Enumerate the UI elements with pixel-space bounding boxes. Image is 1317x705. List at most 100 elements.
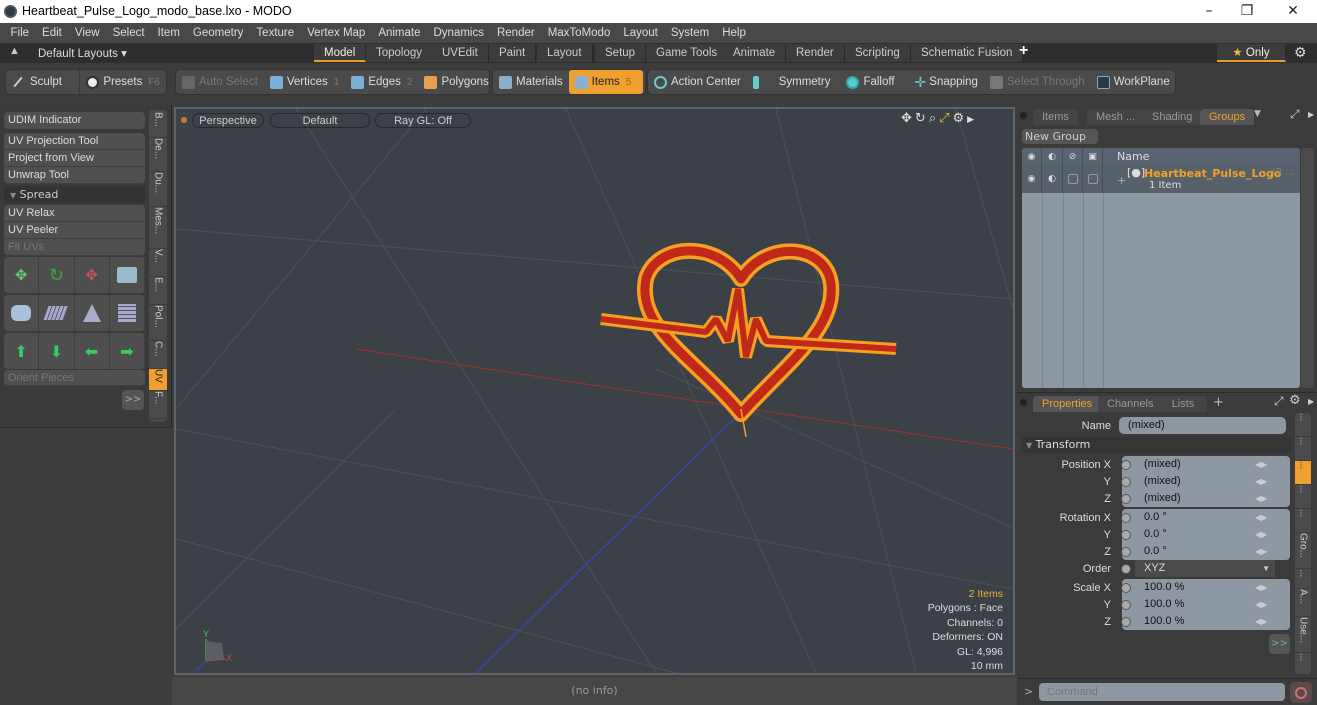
position-y-keyframe-icon[interactable]: [1121, 476, 1131, 487]
sculpt-button[interactable]: Sculpt: [6, 70, 81, 94]
rotation-y-field[interactable]: 0.0 °: [1135, 526, 1255, 543]
uv-move-icon[interactable]: ✥: [4, 257, 40, 293]
group-row[interactable]: ◉ ◐ + [●] Heartbeat_Pulse_Logo (2 ... 1 …: [1022, 165, 1300, 193]
vtab-edge[interactable]: E...: [149, 277, 167, 305]
side-tab-a[interactable]: A...: [1295, 589, 1311, 617]
tab-model[interactable]: Model: [314, 44, 367, 62]
scale-y-keyframe-icon[interactable]: [1121, 599, 1131, 610]
viewport-gear-icon[interactable]: ⚙: [953, 111, 968, 126]
properties-gear-icon[interactable]: ⚙: [1289, 393, 1301, 408]
menu-file[interactable]: File: [4, 27, 36, 39]
scale-y-arrows-icon[interactable]: ◀▶: [1255, 600, 1267, 609]
transform-section-header[interactable]: ▼ Transform: [1022, 437, 1292, 453]
groups-panel-menu-icon[interactable]: [1020, 112, 1027, 119]
position-x-keyframe-icon[interactable]: [1121, 459, 1131, 470]
vertices-button[interactable]: Vertices 1: [264, 70, 345, 94]
side-tab-6[interactable]: ...: [1295, 569, 1311, 589]
tab-lists[interactable]: Lists: [1159, 396, 1207, 412]
udim-indicator-button[interactable]: UDIM Indicator: [4, 112, 145, 129]
scale-x-arrows-icon[interactable]: ◀▶: [1255, 583, 1267, 592]
close-button[interactable]: ✕: [1270, 0, 1316, 23]
menu-maxtomodo[interactable]: MaxToModo: [541, 27, 617, 39]
rotation-x-arrows-icon[interactable]: ◀▶: [1255, 513, 1267, 522]
menu-render[interactable]: Render: [490, 27, 541, 39]
uv-rotate-icon[interactable]: ↻: [39, 257, 75, 293]
order-keyframe-icon[interactable]: [1121, 563, 1131, 574]
position-z-field[interactable]: (mixed): [1135, 490, 1255, 507]
menu-view[interactable]: View: [68, 27, 106, 39]
name-field[interactable]: (mixed): [1119, 417, 1286, 434]
tab-render[interactable]: Render: [786, 44, 845, 62]
groups-scrollbar[interactable]: [1301, 148, 1314, 388]
tab-layout[interactable]: Layout: [537, 44, 593, 62]
default-layouts-dropdown[interactable]: Default Layouts ▾: [38, 46, 127, 60]
uv-box-icon[interactable]: [110, 295, 145, 331]
3d-viewport[interactable]: Y X Z Perspective Default Ray GL: Off ✥↻…: [174, 107, 1015, 675]
tab-properties[interactable]: Properties: [1033, 396, 1102, 412]
tab-scripting[interactable]: Scripting: [845, 44, 911, 62]
side-tab-2[interactable]: ...: [1295, 437, 1311, 461]
side-tab-3-active[interactable]: ...: [1295, 461, 1311, 485]
properties-panel-menu-icon[interactable]: [1020, 399, 1027, 406]
pan-icon[interactable]: ✥: [901, 111, 915, 126]
properties-maximize-icon[interactable]: ⤢: [1274, 394, 1284, 409]
fit-uvs-button[interactable]: Fit UVs: [4, 239, 145, 256]
lock-column-icon[interactable]: ⊘: [1063, 148, 1083, 165]
tab-topology[interactable]: Topology: [366, 44, 434, 62]
uv-scale-icon[interactable]: ✥: [75, 257, 110, 293]
side-tab-7[interactable]: ...: [1295, 653, 1311, 675]
menu-layout[interactable]: Layout: [617, 27, 665, 39]
position-y-arrows-icon[interactable]: ◀▶: [1255, 477, 1267, 486]
tab-schematic-fusion[interactable]: Schematic Fusion: [911, 44, 1024, 62]
render-column-icon[interactable]: ◐: [1042, 148, 1063, 165]
maximize-button[interactable]: ❐: [1224, 0, 1270, 23]
only-toggle[interactable]: ★ Only: [1217, 44, 1286, 62]
workplane-button[interactable]: WorkPlane: [1091, 70, 1176, 94]
menu-system[interactable]: System: [664, 27, 715, 39]
side-tab-user[interactable]: Use...: [1295, 617, 1311, 653]
rotation-x-keyframe-icon[interactable]: [1121, 512, 1131, 523]
scale-z-field[interactable]: 100.0 %: [1135, 613, 1255, 630]
select-through-button[interactable]: Select Through: [984, 70, 1091, 94]
position-z-keyframe-icon[interactable]: [1121, 493, 1131, 504]
uv-relax-icon[interactable]: [4, 295, 40, 331]
vtab-vertex[interactable]: V...: [149, 249, 167, 277]
tabs-dropdown-icon[interactable]: ▼: [1254, 109, 1261, 119]
vtab-polygon[interactable]: Pol...: [149, 305, 167, 341]
group-name-cell[interactable]: + [●] Heartbeat_Pulse_Logo (2 ... 1 Item: [1103, 165, 1300, 193]
rotation-y-arrows-icon[interactable]: ◀▶: [1255, 530, 1267, 539]
items-button[interactable]: Items 5: [568, 70, 643, 94]
menu-item[interactable]: Item: [151, 27, 186, 39]
polygons-button[interactable]: Polygons: [418, 70, 494, 94]
rotation-x-field[interactable]: 0.0 °: [1135, 509, 1255, 526]
raygl-button[interactable]: Ray GL: Off: [375, 113, 471, 128]
materials-button[interactable]: Materials: [493, 70, 569, 94]
menu-texture[interactable]: Texture: [250, 27, 301, 39]
command-input[interactable]: [1039, 683, 1285, 701]
edges-button[interactable]: Edges 2: [345, 70, 418, 94]
shading-mode-button[interactable]: Default: [270, 113, 370, 128]
rotate-icon[interactable]: ↻: [915, 111, 929, 126]
scale-x-field[interactable]: 100.0 %: [1135, 579, 1255, 596]
tab-items[interactable]: Items: [1033, 109, 1078, 125]
position-x-arrows-icon[interactable]: ◀▶: [1255, 460, 1267, 469]
uv-mirror-icon[interactable]: [110, 257, 145, 293]
tab-setup[interactable]: Setup: [595, 44, 647, 62]
position-z-arrows-icon[interactable]: ◀▶: [1255, 494, 1267, 503]
position-x-field[interactable]: (mixed): [1135, 456, 1255, 473]
menu-vertex-map[interactable]: Vertex Map: [301, 27, 372, 39]
more-properties-button[interactable]: >>: [1269, 634, 1290, 654]
rotation-z-keyframe-icon[interactable]: [1121, 546, 1131, 557]
uv-relax-button[interactable]: UV Relax: [4, 205, 145, 222]
uv-projection-tool-button[interactable]: UV Projection Tool: [4, 133, 145, 150]
layout-collapse-icon[interactable]: ▲: [9, 45, 20, 57]
side-tab-5[interactable]: ...: [1295, 509, 1311, 533]
visibility-column-icon[interactable]: ◉: [1022, 148, 1042, 165]
viewport-menu-dot-icon[interactable]: [181, 117, 187, 123]
group-render-toggle[interactable]: ◐: [1042, 165, 1063, 193]
menu-dynamics[interactable]: Dynamics: [427, 27, 490, 39]
menu-help[interactable]: Help: [716, 27, 753, 39]
scale-x-keyframe-icon[interactable]: [1121, 582, 1131, 593]
align-top-icon[interactable]: ⬆: [4, 333, 40, 369]
rotation-z-arrows-icon[interactable]: ◀▶: [1255, 547, 1267, 556]
